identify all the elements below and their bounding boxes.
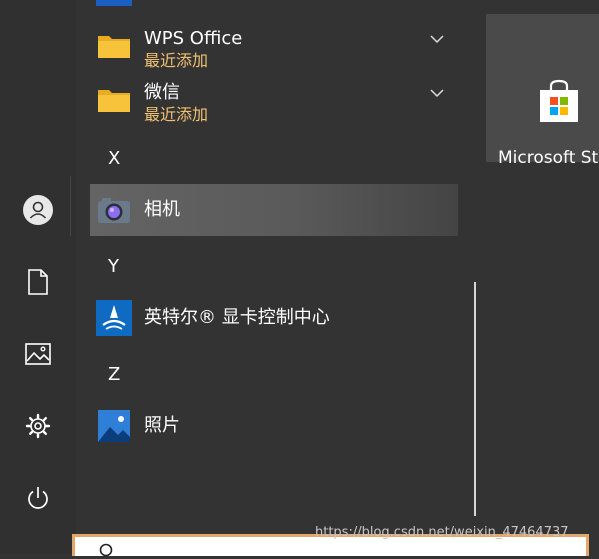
tile-microsoft-store[interactable]: Microsoft Store — [486, 14, 599, 168]
app-group-name: WPS Office — [144, 28, 243, 49]
partial-app-icon — [96, 0, 132, 6]
chevron-down-icon[interactable] — [430, 34, 444, 44]
intel-graphics-icon — [96, 300, 132, 336]
app-group-wps-office[interactable]: WPS Office 最近添加 — [90, 20, 458, 72]
left-rail — [0, 0, 76, 554]
letter-header-y[interactable]: Y — [108, 256, 119, 278]
settings-button[interactable] — [0, 402, 76, 450]
letter-header-x[interactable]: X — [108, 148, 120, 170]
shopping-bag-icon — [540, 79, 578, 122]
recently-added-label: 最近添加 — [144, 105, 209, 124]
app-name: 英特尔® 显卡控制中心 — [144, 307, 330, 328]
folder-icon — [98, 36, 130, 58]
documents-button[interactable] — [0, 258, 76, 306]
search-icon — [99, 543, 113, 557]
recently-added-label: 最近添加 — [144, 51, 209, 70]
power-icon — [28, 487, 48, 509]
letter-header-z[interactable]: Z — [108, 364, 120, 386]
app-item-photos[interactable]: 照片 — [90, 400, 458, 452]
app-name: 照片 — [144, 415, 180, 436]
power-button[interactable] — [0, 474, 76, 522]
app-item-intel-graphics[interactable]: 英特尔® 显卡控制中心 — [90, 292, 458, 344]
photos-icon — [98, 410, 130, 442]
chevron-down-icon[interactable] — [430, 88, 444, 98]
camera-icon — [98, 198, 130, 223]
pictures-button[interactable] — [0, 330, 76, 378]
app-group-wechat[interactable]: 微信 最近添加 — [90, 74, 458, 126]
user-account-button[interactable] — [0, 186, 76, 234]
user-avatar-icon — [23, 195, 53, 225]
watermark: https://blog.csdn.net/weixin_47464737 — [315, 525, 569, 540]
tiles-area: Microsoft Store — [486, 0, 599, 554]
documents-icon — [28, 269, 48, 295]
pictures-icon — [25, 343, 51, 365]
app-list: WPS Office 最近添加 微信 最近添加 X 相机 Y 英特尔® 显卡控制… — [76, 0, 486, 554]
app-item-camera[interactable]: 相机 — [90, 184, 458, 236]
scrollbar[interactable] — [474, 282, 476, 516]
folder-icon — [98, 90, 130, 112]
app-name: 相机 — [144, 199, 180, 220]
tile-label: Microsoft Store — [498, 148, 599, 168]
app-group-name: 微信 — [144, 82, 180, 103]
settings-gear-icon — [25, 413, 51, 439]
